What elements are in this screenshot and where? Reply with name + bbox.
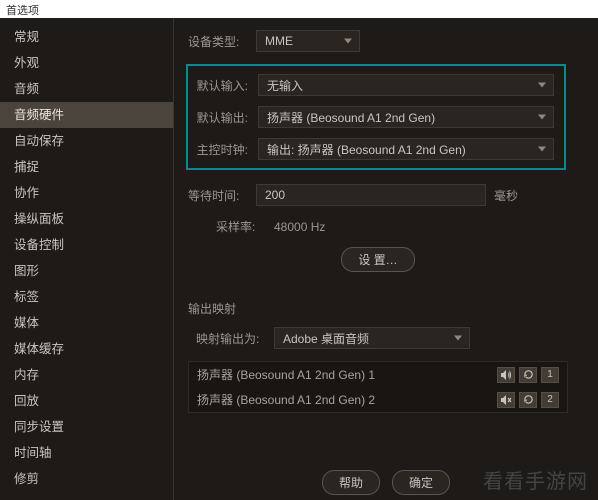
default-input-label: 默认输入: bbox=[188, 77, 248, 94]
sidebar: 常规 外观 音频 音频硬件 自动保存 捕捉 协作 操纵面板 设备控制 图形 标签… bbox=[0, 18, 174, 500]
sidebar-item-media-cache[interactable]: 媒体缓存 bbox=[0, 336, 173, 362]
window-title: 首选项 bbox=[6, 5, 39, 17]
default-input-dropdown[interactable]: 无输入 bbox=[258, 74, 554, 96]
clock-dropdown[interactable]: 输出: 扬声器 (Beosound A1 2nd Gen) bbox=[258, 138, 554, 160]
speaker-button-1[interactable] bbox=[497, 367, 515, 383]
default-output-value: 扬声器 (Beosound A1 2nd Gen) bbox=[267, 109, 435, 126]
latency-row: 等待时间: 毫秒 bbox=[188, 184, 584, 206]
sidebar-item-labels[interactable]: 标签 bbox=[0, 284, 173, 310]
sidebar-item-general[interactable]: 常规 bbox=[0, 24, 173, 50]
sidebar-item-playback[interactable]: 回放 bbox=[0, 388, 173, 414]
speaker-mute-icon bbox=[500, 394, 512, 406]
latency-input[interactable] bbox=[256, 184, 486, 206]
sidebar-item-collaboration[interactable]: 协作 bbox=[0, 180, 173, 206]
output-map-value: Adobe 桌面音频 bbox=[283, 330, 369, 347]
title-bar: 首选项 bbox=[0, 0, 598, 18]
sidebar-item-trim[interactable]: 修剪 bbox=[0, 466, 173, 492]
device-highlight-box: 默认输入: 无输入 默认输出: 扬声器 (Beosound A1 2nd Gen… bbox=[186, 64, 566, 170]
reload-button-1[interactable] bbox=[519, 367, 537, 383]
reload-icon bbox=[523, 369, 534, 380]
settings-button[interactable]: 设 置… bbox=[341, 247, 414, 272]
sidebar-item-autosave[interactable]: 自动保存 bbox=[0, 128, 173, 154]
sidebar-item-control-surface[interactable]: 操纵面板 bbox=[0, 206, 173, 232]
reload-button-2[interactable] bbox=[519, 392, 537, 408]
sidebar-item-capture[interactable]: 捕捉 bbox=[0, 154, 173, 180]
sidebar-item-appearance[interactable]: 外观 bbox=[0, 50, 173, 76]
output-map-title: 输出映射 bbox=[188, 300, 584, 317]
sidebar-item-audio-hardware[interactable]: 音频硬件 bbox=[0, 102, 173, 128]
watermark-text: 看看手游网 bbox=[483, 465, 588, 494]
speaker-mute-button-2[interactable] bbox=[497, 392, 515, 408]
sidebar-item-memory[interactable]: 内存 bbox=[0, 362, 173, 388]
sample-rate-value: 48000 Hz bbox=[274, 220, 325, 234]
output-map-row: 映射输出为: Adobe 桌面音频 bbox=[196, 327, 584, 349]
speaker-icon bbox=[500, 369, 512, 381]
clock-value: 输出: 扬声器 (Beosound A1 2nd Gen) bbox=[267, 141, 466, 158]
output-list: 扬声器 (Beosound A1 2nd Gen) 1 1 扬声 bbox=[188, 361, 568, 413]
preferences-window: 首选项 常规 外观 音频 音频硬件 自动保存 捕捉 协作 操纵面板 设备控制 图… bbox=[0, 0, 598, 500]
sample-rate-row: 采样率: 48000 Hz bbox=[216, 218, 584, 235]
output-map-dropdown[interactable]: Adobe 桌面音频 bbox=[274, 327, 470, 349]
main-area: 常规 外观 音频 音频硬件 自动保存 捕捉 协作 操纵面板 设备控制 图形 标签… bbox=[0, 18, 598, 500]
sidebar-item-sync[interactable]: 同步设置 bbox=[0, 414, 173, 440]
default-input-row: 默认输入: 无输入 bbox=[188, 74, 554, 96]
reload-icon bbox=[523, 394, 534, 405]
ok-button[interactable]: 确定 bbox=[392, 470, 450, 495]
device-class-label: 设备类型: bbox=[188, 33, 250, 50]
sidebar-item-graphics[interactable]: 图形 bbox=[0, 258, 173, 284]
content-panel: 设备类型: MME 默认输入: 无输入 默认输出: 扬声器 (Beosound … bbox=[174, 18, 598, 500]
output-row-1: 扬声器 (Beosound A1 2nd Gen) 1 1 bbox=[189, 362, 567, 387]
default-input-value: 无输入 bbox=[267, 77, 303, 94]
latency-label: 等待时间: bbox=[188, 187, 250, 204]
output-row-2: 扬声器 (Beosound A1 2nd Gen) 2 2 bbox=[189, 387, 567, 412]
sidebar-item-device-control[interactable]: 设备控制 bbox=[0, 232, 173, 258]
latency-unit: 毫秒 bbox=[494, 187, 518, 204]
sidebar-item-timeline[interactable]: 时间轴 bbox=[0, 440, 173, 466]
output-map-label: 映射输出为: bbox=[196, 330, 268, 347]
sample-rate-label: 采样率: bbox=[216, 218, 266, 235]
help-button[interactable]: 帮助 bbox=[322, 470, 380, 495]
clock-row: 主控时钟: 输出: 扬声器 (Beosound A1 2nd Gen) bbox=[188, 138, 554, 160]
num-button-1[interactable]: 1 bbox=[541, 367, 559, 383]
device-class-row: 设备类型: MME bbox=[188, 30, 584, 52]
clock-label: 主控时钟: bbox=[188, 141, 248, 158]
device-class-dropdown[interactable]: MME bbox=[256, 30, 360, 52]
num-button-2[interactable]: 2 bbox=[541, 392, 559, 408]
device-class-value: MME bbox=[265, 34, 293, 48]
default-output-row: 默认输出: 扬声器 (Beosound A1 2nd Gen) bbox=[188, 106, 554, 128]
sidebar-item-media[interactable]: 媒体 bbox=[0, 310, 173, 336]
output-2-name: 扬声器 (Beosound A1 2nd Gen) 2 bbox=[197, 391, 375, 408]
sidebar-item-audio[interactable]: 音频 bbox=[0, 76, 173, 102]
default-output-label: 默认输出: bbox=[188, 109, 248, 126]
default-output-dropdown[interactable]: 扬声器 (Beosound A1 2nd Gen) bbox=[258, 106, 554, 128]
output-1-name: 扬声器 (Beosound A1 2nd Gen) 1 bbox=[197, 366, 375, 383]
